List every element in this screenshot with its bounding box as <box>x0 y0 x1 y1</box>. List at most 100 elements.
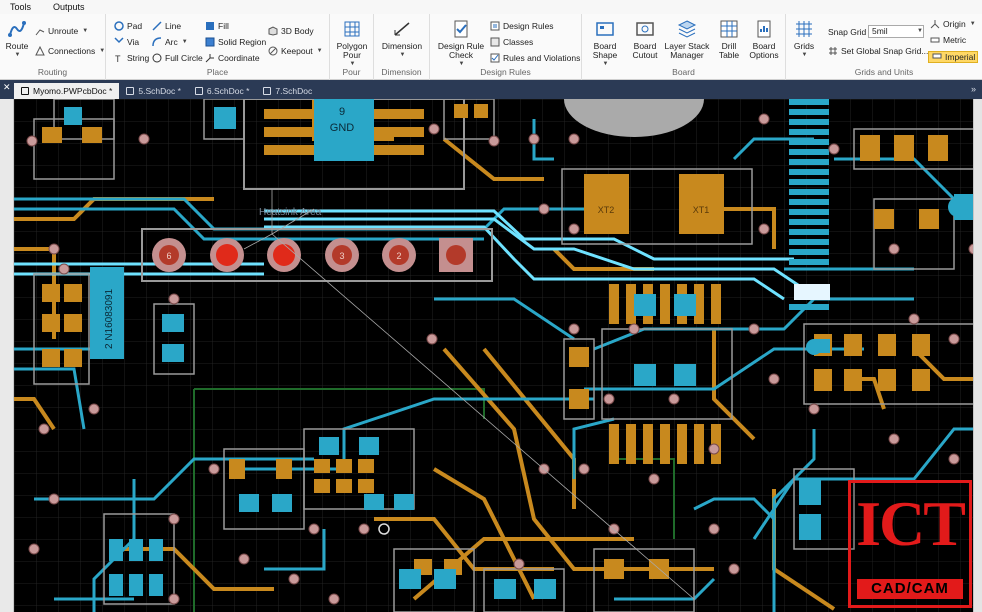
via-button[interactable]: Via <box>114 37 139 47</box>
3d-body-icon <box>268 26 278 36</box>
group-grids-units: Grids ▼ Snap Grid 5mil ▼ Set Global Snap… <box>786 14 982 80</box>
arc-button[interactable]: Arc ▼ <box>152 37 188 47</box>
group-routing-label: Routing <box>37 67 68 77</box>
fill-button[interactable]: Fill <box>205 21 229 31</box>
gnd-label: GND <box>330 122 355 134</box>
tab-pcb-doc[interactable]: Myomo.PWPcbDoc * <box>14 83 120 99</box>
set-global-snap-button[interactable]: Set Global Snap Grid... <box>828 46 928 56</box>
group-dimension: Dimension ▼ Dimension <box>374 14 430 80</box>
metric-button[interactable]: Metric <box>930 35 966 45</box>
pad-button[interactable]: Pad <box>114 21 142 31</box>
close-panel-icon[interactable]: ✕ <box>3 82 11 93</box>
ribbon: Route ▼ Unroute ▼ Connections ▼ Routing Pa… <box>0 14 982 80</box>
tab-sch-7[interactable]: 7.SchDoc <box>256 83 319 99</box>
group-pour-label: Pour <box>342 67 361 77</box>
drill-table-icon <box>718 18 740 40</box>
board-options-button[interactable]: Board Options <box>746 18 782 60</box>
design-rule-check-button[interactable]: Design Rule Check ▼ <box>436 18 486 69</box>
group-design-rules-label: Design Rules <box>480 67 531 77</box>
drill-table-button[interactable]: Drill Table <box>714 18 744 60</box>
svg-text:6: 6 <box>166 251 171 261</box>
grid-icon <box>793 18 815 40</box>
route-button[interactable]: Route ▼ <box>4 18 30 60</box>
snap-grid-label: Snap Grid <box>828 27 867 37</box>
group-pour: Polygon Pour ▼ Pour <box>330 14 374 80</box>
solid-region-button[interactable]: Solid Region <box>205 37 266 47</box>
unroute-button[interactable]: Unroute ▼ <box>35 26 88 36</box>
selected-track-segment <box>794 284 830 300</box>
route-icon <box>6 18 28 40</box>
snap-grid-input[interactable]: 5mil <box>868 25 924 38</box>
ruler-icon-imperial <box>932 51 942 63</box>
design-rules-button[interactable]: Design Rules <box>490 21 554 31</box>
3d-body-button[interactable]: 3D Body <box>268 26 314 36</box>
line-icon <box>152 21 162 31</box>
snap-icon <box>828 46 838 56</box>
tab-overflow-icon[interactable]: » <box>971 84 976 94</box>
menu-bar: Tools Outputs <box>0 0 982 14</box>
board-shape-button[interactable]: Board Shape ▼ <box>588 18 622 69</box>
ruler-icon <box>930 35 940 45</box>
crystal-xt1-label: XT1 <box>693 205 710 215</box>
altium-window: Tools Outputs Route ▼ Unroute ▼ Connectio… <box>0 0 982 612</box>
heatsink-area-label: Heatsink Area <box>259 207 322 218</box>
coordinate-button[interactable]: Coordinate <box>205 53 260 63</box>
keepout-button[interactable]: Keepout ▼ <box>268 46 323 56</box>
board-cutout-button[interactable]: Board Cutout <box>628 18 662 60</box>
schematic-icon <box>194 87 203 95</box>
svg-text:2: 2 <box>396 251 401 261</box>
group-routing: Route ▼ Unroute ▼ Connections ▼ Routing <box>0 14 106 80</box>
grids-button[interactable]: Grids ▼ <box>790 18 818 60</box>
text-icon: T <box>114 53 124 63</box>
circle-icon <box>152 53 162 63</box>
connector-reference: 2 N16083091 <box>104 289 115 349</box>
checklist-icon <box>450 18 472 40</box>
group-board: Board Shape ▼ Board Cutout Layer Stack M… <box>582 14 786 80</box>
via-icon <box>114 37 124 47</box>
layer-stack-icon <box>676 18 698 40</box>
line-button[interactable]: Line <box>152 21 181 31</box>
group-board-label: Board <box>672 67 695 77</box>
solid-region-icon <box>205 37 215 47</box>
classes-button[interactable]: Classes <box>490 37 533 47</box>
crystal-xt2-label: XT2 <box>598 205 615 215</box>
keepout-icon <box>268 46 278 56</box>
dimension-icon <box>391 18 413 40</box>
left-panel-strip[interactable]: ✕ <box>0 82 14 612</box>
polygon-pour-icon <box>341 18 363 40</box>
connections-icon <box>35 46 45 56</box>
pcb-document-icon <box>21 87 29 95</box>
unroute-icon <box>35 26 45 36</box>
connections-button[interactable]: Connections ▼ <box>35 46 105 56</box>
vertical-scrollbar[interactable] <box>973 99 982 612</box>
group-grids-units-label: Grids and Units <box>854 67 914 77</box>
coordinate-icon <box>205 53 215 63</box>
dimension-button[interactable]: Dimension ▼ <box>380 18 424 60</box>
schematic-icon <box>126 87 135 95</box>
pcb-layout: 9 GND Heatsink Area 6 3 2 2 N16083091 XT… <box>14 99 973 612</box>
pcb-canvas[interactable]: 9 GND Heatsink Area 6 3 2 2 N16083091 XT… <box>14 99 973 612</box>
tab-sch-6[interactable]: 6.SchDoc * <box>188 83 257 99</box>
full-circle-button[interactable]: Full Circle <box>152 53 203 63</box>
document-tabs: Myomo.PWPcbDoc * 5.SchDoc * 6.SchDoc * 7… <box>0 80 982 99</box>
group-place-label: Place <box>206 67 229 77</box>
menu-outputs[interactable]: Outputs <box>53 2 85 12</box>
group-design-rules: Design Rule Check ▼ Design Rules Classes… <box>430 14 582 80</box>
tab-sch-5[interactable]: 5.SchDoc * <box>119 83 188 99</box>
string-button[interactable]: T String <box>114 53 149 63</box>
board-options-icon <box>753 18 775 40</box>
violations-icon <box>490 53 500 63</box>
rules-violations-button[interactable]: Rules and Violations <box>490 53 580 63</box>
origin-button[interactable]: Origin ▼ <box>930 19 976 29</box>
layer-stack-manager-button[interactable]: Layer Stack Manager <box>664 18 710 60</box>
gnd-pin-number: 9 <box>339 106 345 118</box>
svg-text:3: 3 <box>339 251 344 261</box>
group-place: Pad Via T String Line Arc▼ Full Circle <box>106 14 330 80</box>
classes-icon <box>490 37 500 47</box>
ict-logo: ICT CAD/CAM <box>848 480 972 608</box>
imperial-button[interactable]: Imperial <box>928 51 978 63</box>
snap-grid-dropdown-icon[interactable]: ▼ <box>917 28 923 34</box>
polygon-pour-button[interactable]: Polygon Pour ▼ <box>334 18 370 69</box>
menu-tools[interactable]: Tools <box>10 2 31 12</box>
pad-icon <box>114 21 124 31</box>
